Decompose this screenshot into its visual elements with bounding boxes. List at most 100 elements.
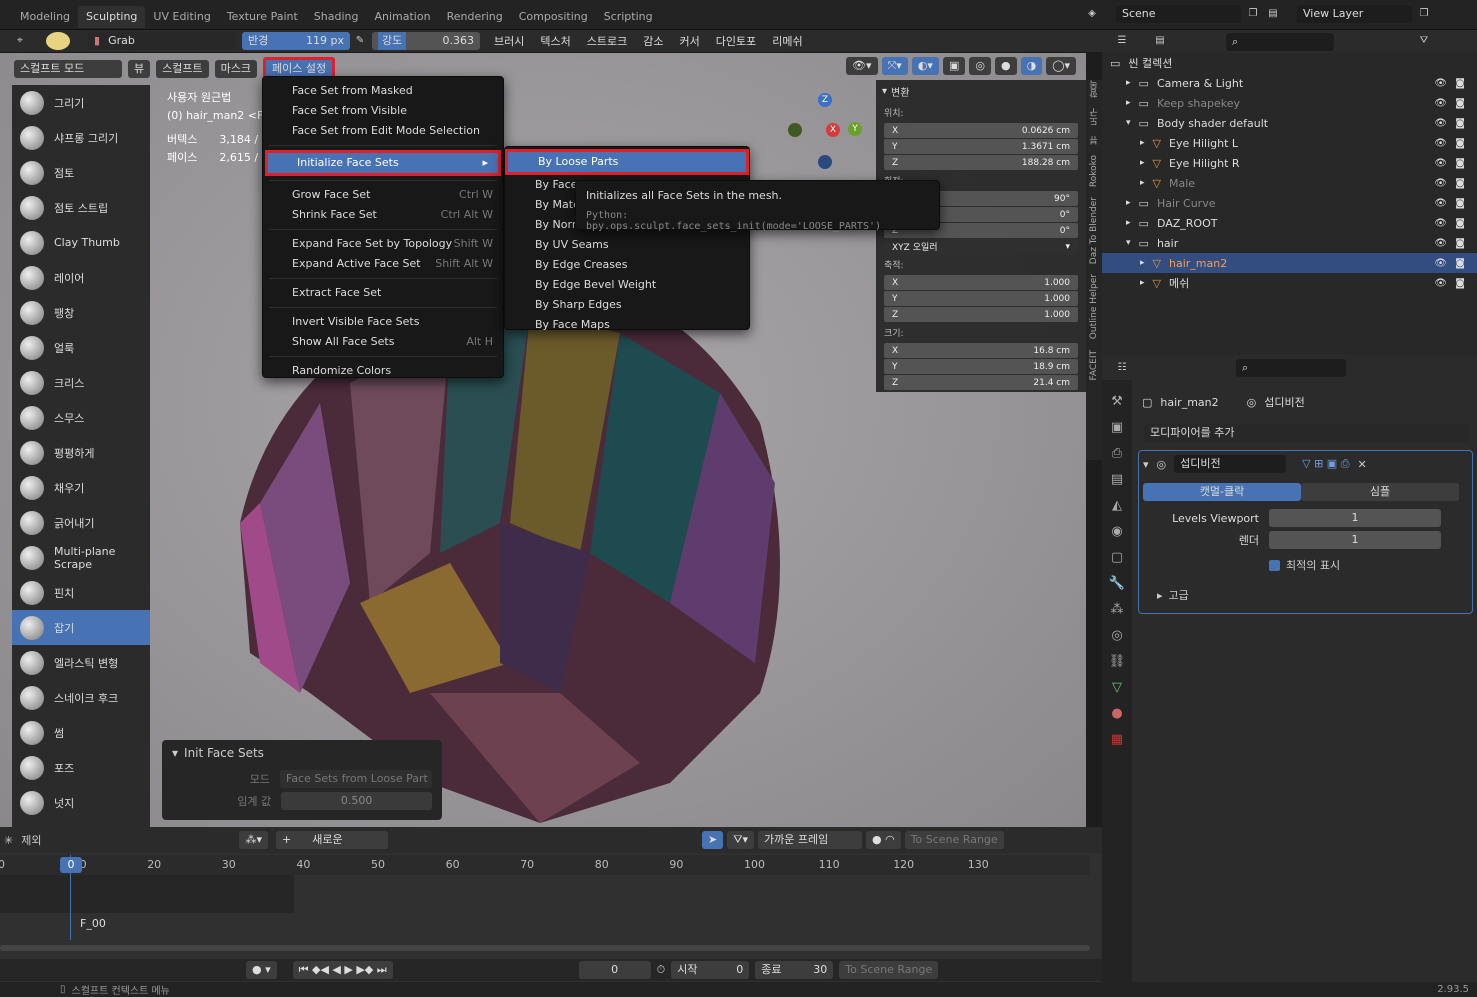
outliner-row[interactable]: ▸ ▽ hair_man2 👁 ◙	[1102, 253, 1477, 273]
mode-select[interactable]: Face Sets from Loose Part	[280, 770, 432, 788]
pressure-icon[interactable]: ✎	[354, 35, 366, 47]
header-menu[interactable]: 리메쉬	[772, 33, 802, 49]
threshold-field[interactable]: 0.500	[281, 792, 432, 810]
texture-tab-icon[interactable]: ▦	[1111, 732, 1123, 747]
expand-icon[interactable]: ▸	[1126, 78, 1131, 88]
xray-icon[interactable]: ▣	[942, 57, 966, 75]
outliner-row[interactable]: ▸ ▭ Keep shapekey 👁 ◙	[1102, 93, 1477, 113]
submenu-item[interactable]: By Edge Bevel Weight	[505, 275, 749, 295]
keying-icon[interactable]: ⁂▾	[239, 831, 268, 849]
timeline-scrollbar[interactable]	[0, 945, 1090, 951]
radius-field[interactable]: 반경 119 px	[242, 32, 350, 50]
eye-icon[interactable]: 👁	[1434, 158, 1447, 169]
tool-item[interactable]: 샤프롱 그리기	[12, 120, 150, 155]
menu-item[interactable]: Grow Face Set Ctrl W	[263, 185, 503, 205]
props-type-icon[interactable]: ☷	[1116, 362, 1128, 374]
tool-item[interactable]: 잡기	[12, 610, 150, 645]
particles-tab-icon[interactable]: ⁂	[1111, 602, 1124, 617]
submenu-item[interactable]: By Face Maps	[505, 315, 749, 335]
scene-field[interactable]: Scene	[1116, 5, 1241, 23]
loc-x[interactable]: X 0.0626 cm	[884, 123, 1078, 138]
menu-item[interactable]: Randomize Colors	[263, 361, 503, 381]
gizmo-toggle-icon[interactable]: ⤧▾	[881, 57, 908, 75]
tool-item[interactable]: Multi-plane Scrape	[12, 540, 150, 575]
advanced-label[interactable]: 고급	[1169, 587, 1189, 603]
workspace-tab[interactable]: Modeling	[12, 6, 78, 28]
overlay-icon[interactable]: ◐▾	[911, 57, 939, 75]
header-menu[interactable]: 브러시	[494, 33, 524, 49]
constraints-tab-icon[interactable]: ⛓	[1109, 654, 1126, 669]
render-icon[interactable]: ◙	[1455, 238, 1465, 249]
gizmo-x-icon[interactable]: X	[826, 123, 840, 137]
outliner-row[interactable]: ▸ ▽ Eye Hilight L 👁 ◙	[1102, 133, 1477, 153]
output-tab-icon[interactable]: ⎙	[1112, 446, 1122, 461]
menu-item[interactable]: Face Set from Visible	[263, 101, 503, 121]
tool-item[interactable]: 썸	[12, 715, 150, 750]
gizmo-neg-y-icon[interactable]	[788, 123, 802, 137]
object-tab-icon[interactable]: ▢	[1111, 550, 1123, 565]
tool-item[interactable]: 평평하게	[12, 435, 150, 470]
physics-tab-icon[interactable]: ◎	[1111, 628, 1122, 643]
menu-item[interactable]: Face Set from Masked	[263, 81, 503, 101]
optimal-display-checkbox[interactable]	[1269, 559, 1280, 571]
outliner-search[interactable]: ⌕	[1226, 33, 1334, 51]
tool-item[interactable]: 넛지	[12, 785, 150, 820]
gizmo-z-icon[interactable]: Z	[818, 93, 832, 107]
eye-icon[interactable]: 👁	[1434, 138, 1447, 149]
render-icon[interactable]: ◙	[1455, 78, 1465, 89]
scene-icon[interactable]: ◈	[1086, 8, 1098, 20]
header-menu[interactable]: 감소	[643, 33, 663, 49]
submenu-item[interactable]: By Edge Creases	[505, 255, 749, 275]
expand-icon[interactable]: ▾	[1126, 118, 1131, 128]
view-layer-field[interactable]: View Layer	[1297, 5, 1412, 23]
gizmo-neg-z-icon[interactable]	[818, 155, 832, 169]
eye-icon[interactable]: 👁	[1434, 118, 1447, 129]
workspace-tab[interactable]: Rendering	[439, 6, 511, 28]
tool-item[interactable]: 핀치	[12, 575, 150, 610]
modifier-name-field[interactable]: 섭디비전	[1174, 455, 1287, 473]
dim-x[interactable]: X 16.8 cm	[884, 343, 1078, 358]
menu-sculpt[interactable]: 스컬프트	[156, 60, 209, 78]
workspace-tab[interactable]: UV Editing	[145, 6, 218, 28]
menu-item[interactable]: Invert Visible Face Sets	[263, 312, 503, 332]
current-frame-field[interactable]: 0	[578, 961, 651, 979]
playback-controls[interactable]: ⏮ ◆◀ ◀ ▶ ▶◆ ⏭	[292, 961, 393, 979]
expand-icon[interactable]: ▸	[1126, 198, 1131, 208]
catmull-clark-tab[interactable]: 캣멀-클락	[1143, 483, 1301, 501]
sidebar-tab[interactable]: 항목	[1088, 80, 1101, 98]
loc-y[interactable]: Y 1.3671 cm	[884, 139, 1078, 154]
header-menu[interactable]: 텍스처	[540, 33, 570, 49]
new-action-button[interactable]: + 새로운	[276, 831, 388, 849]
render-icon[interactable]: ◙	[1455, 158, 1465, 169]
render-icon[interactable]: ◙	[1455, 138, 1465, 149]
new-scene-icon[interactable]: ❐	[1247, 8, 1259, 20]
tool-item[interactable]: 포즈	[12, 750, 150, 785]
eye-icon[interactable]: 👁	[1434, 238, 1447, 249]
dim-z[interactable]: Z 21.4 cm	[884, 375, 1078, 390]
expand-icon[interactable]: ▸	[1140, 278, 1145, 288]
header-menu[interactable]: 스트로크	[587, 33, 627, 49]
world-tab-icon[interactable]: ◉	[1111, 524, 1122, 539]
render-tab-icon[interactable]: ▣	[1111, 420, 1123, 435]
tool-item[interactable]: 레이어	[12, 260, 150, 295]
eye-icon[interactable]: 👁	[1434, 278, 1447, 289]
menu-item[interactable]: Extract Face Set	[263, 283, 503, 303]
material-tab-icon[interactable]: ●	[1111, 706, 1122, 721]
sidebar-tab[interactable]: Daz To Blender	[1089, 197, 1099, 264]
workspace-tab[interactable]: Shading	[306, 6, 367, 28]
header-menu[interactable]: 다인토포	[716, 33, 756, 49]
tool-item[interactable]: 스네이크 후크	[12, 680, 150, 715]
tool-item[interactable]: 얼룩	[12, 330, 150, 365]
new-layer-icon[interactable]: ❐	[1418, 8, 1430, 20]
expand-icon[interactable]: ▸	[1140, 158, 1145, 168]
panel-collapse-icon[interactable]: ▾	[882, 86, 887, 97]
menu-mask[interactable]: 마스크	[214, 60, 257, 78]
collapse-icon[interactable]: ▾	[172, 746, 178, 760]
frame-ruler[interactable]: 0102030405060708090100110120130	[0, 855, 1090, 875]
tool-item[interactable]: 긁어내기	[12, 505, 150, 540]
tool-item[interactable]: 채우기	[12, 470, 150, 505]
expand-icon[interactable]: ▸	[1126, 218, 1131, 228]
expand-icon[interactable]: ▸	[1126, 98, 1131, 108]
add-modifier-button[interactable]: 모디파이어를 추가	[1144, 424, 1469, 442]
outliner-row[interactable]: ▾ ▭ hair 👁 ◙	[1102, 233, 1477, 253]
